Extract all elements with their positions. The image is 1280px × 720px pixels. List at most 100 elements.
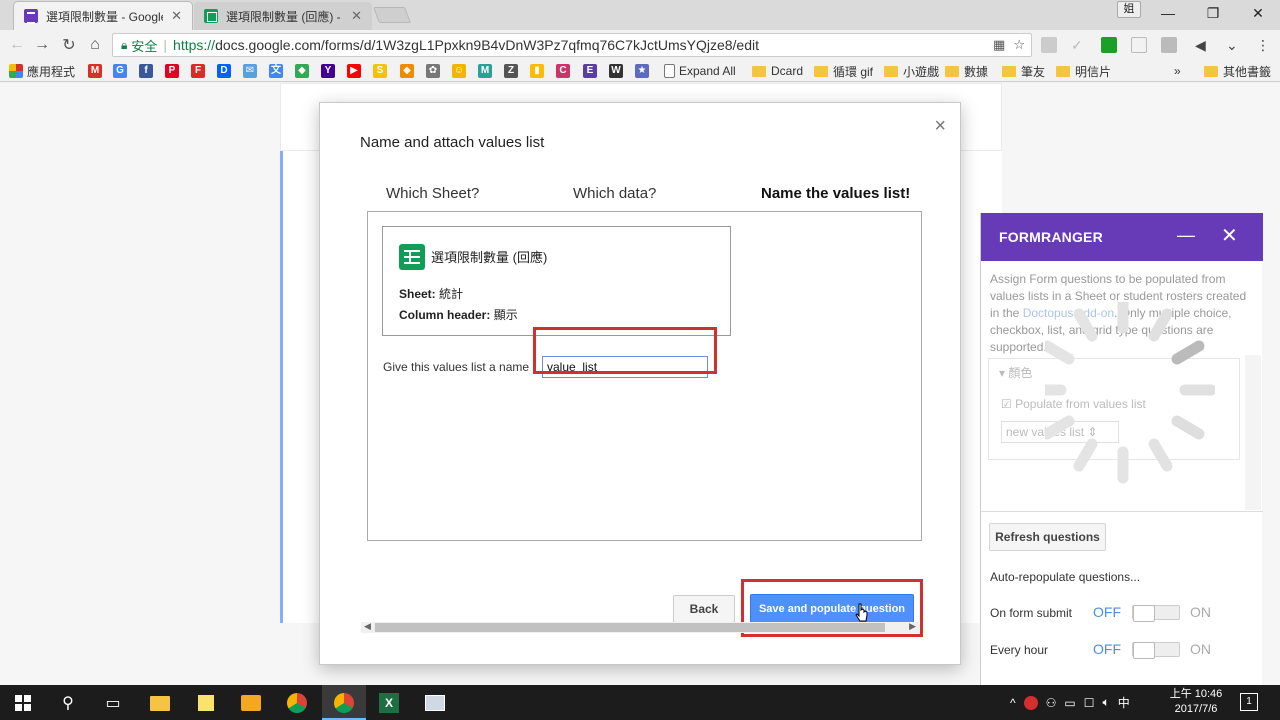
bookmark-z[interactable]: Z [504,63,522,79]
file-explorer-icon[interactable] [147,690,173,716]
people-icon[interactable]: ⚇ [1046,696,1057,710]
bookmark-facebook[interactable]: f [139,63,157,79]
bookmark-label: 其他書籤 [1223,64,1272,79]
check-icon[interactable]: ✓ [1071,37,1087,53]
sheet-line: Sheet: 統計 [399,285,463,302]
bookmark-folder-games[interactable]: 小遊戲 [884,63,939,79]
excel-icon[interactable]: X [376,690,402,716]
refresh-questions-button[interactable]: Refresh questions [989,523,1106,551]
bookmarks-more-icon[interactable]: » [1174,63,1181,79]
sticky-notes-icon[interactable] [193,690,219,716]
back-button[interactable]: Back [673,595,735,623]
dialog-title: Name and attach values list [360,134,545,151]
close-icon[interactable]: × [934,115,946,138]
close-icon[interactable]: ✕ [351,8,362,24]
scroll-right-icon[interactable]: ▶ [909,621,916,632]
search-icon[interactable]: ⚲ [55,690,81,716]
menu-icon[interactable]: ⋮ [1256,37,1272,53]
bookmark-keep[interactable]: ▮ [530,63,548,79]
close-icon[interactable]: ✕ [1221,223,1238,248]
bookmark-m[interactable]: M [478,63,496,79]
bookmark-folder-data[interactable]: 數據 [945,63,988,79]
minimize-icon[interactable]: — [1177,225,1195,246]
question-title[interactable]: ▾ 顏色 [999,364,1032,381]
extension-icon[interactable] [1041,37,1057,53]
window-app-icon[interactable] [422,690,448,716]
bookmark-mail[interactable]: ✉ [243,63,261,79]
scrollbar-thumb[interactable] [375,623,885,632]
bookmark-folder-gif[interactable]: 循環 gif [814,63,873,79]
window-close-button[interactable]: ✕ [1236,0,1280,26]
bookmark-pinterest[interactable]: P [165,63,183,79]
bookmark-expand-all[interactable]: Expand All [664,63,736,79]
bookmark-translate[interactable]: 文 [269,63,287,79]
chevron-down-icon[interactable]: ⌄ [1226,37,1242,53]
tab-sheets[interactable]: 選項限制數量 (回應) - G ✕ [194,2,372,30]
bookmark-folder-dcard[interactable]: Dcard [752,63,803,79]
bookmark-other[interactable]: 其他書籤 [1204,63,1271,79]
bookmark-star[interactable]: ★ [635,63,653,79]
bookmark-google[interactable]: G [113,63,131,79]
antivirus-icon[interactable] [1023,695,1038,710]
bookmark-smile[interactable]: ☺ [452,63,470,79]
column-line: Column header: 顯示 [399,306,518,323]
notification-icon[interactable]: 1 [1240,693,1258,711]
toggle-switch[interactable] [1132,642,1180,659]
extension-icon[interactable] [1131,37,1147,53]
toggle-switch[interactable] [1132,605,1180,622]
bookmark-gmail[interactable]: M [88,63,106,79]
windows-start-icon[interactable] [10,690,36,716]
mail-icon: ✉ [243,64,257,78]
speaker-icon[interactable]: ◀ [1195,37,1211,53]
task-view-icon[interactable]: ▭ [100,690,126,716]
maximize-button[interactable]: ❐ [1191,0,1235,26]
chrome-icon[interactable] [331,690,357,716]
scroll-left-icon[interactable]: ◀ [364,621,371,632]
network-icon[interactable]: ☐ [1084,696,1095,710]
bookmark-animal[interactable]: ✿ [426,63,444,79]
ime-indicator[interactable]: 中 [1118,694,1130,711]
back-icon[interactable]: ← [6,34,28,56]
pointer-cursor-icon [855,603,868,622]
bookmark-maps[interactable]: ◆ [295,63,313,79]
address-bar[interactable]: 🔒︎ 安全 | https:// docs.google.com/forms/d… [112,33,1032,57]
battery-icon[interactable]: ▭ [1064,696,1075,710]
bookmark-c[interactable]: C [556,63,574,79]
bookmark-flipboard[interactable]: F [191,63,209,79]
bookmark-star-icon[interactable]: ☆ [1013,37,1025,53]
bookmark-folder-penpal[interactable]: 筆友 [1002,63,1045,79]
bookmark-wiki[interactable]: W [609,63,627,79]
tab-forms[interactable]: 選項限制數量 - Google ✕ [14,2,192,30]
bookmark-s[interactable]: S [373,63,391,79]
grid-icon[interactable] [1161,37,1177,53]
close-icon[interactable]: ✕ [171,8,182,24]
chrome-icon[interactable] [284,690,310,716]
new-tab-button[interactable] [373,7,411,23]
forward-icon[interactable]: → [31,34,53,56]
bookmark-apps[interactable]: 應用程式 [9,63,75,79]
folder-icon [1056,65,1070,77]
media-player-icon[interactable] [238,690,264,716]
user-badge[interactable]: 姐 [1117,1,1141,18]
tab-strip: 選項限制數量 - Google ✕ 選項限制數量 (回應) - G ✕ 姐 — … [0,0,1280,30]
home-icon[interactable]: ⌂ [84,34,106,56]
chevron-up-icon[interactable]: ^ [1010,696,1016,710]
system-tray: ^ ⚇ ▭ ☐ 🔈︎ 中 [1010,685,1130,720]
sidebar-scrollbar[interactable] [1245,355,1261,510]
star-icon: ★ [635,64,649,78]
evernote-icon[interactable] [1101,37,1117,53]
minimize-button[interactable]: — [1146,0,1190,26]
bookmark-folder-postcard[interactable]: 明信片 [1056,63,1111,79]
step-name-values-list: Name the values list! [761,185,911,202]
horizontal-scrollbar[interactable]: ◀ ▶ [361,621,919,633]
taskbar-clock[interactable]: 上午 10:46 2017/7/6 [1166,687,1226,717]
e-icon: E [583,64,597,78]
volume-icon[interactable]: 🔈︎ [1103,695,1110,710]
bookmark-dropbox[interactable]: D [217,63,235,79]
bookmark-e[interactable]: E [583,63,601,79]
qr-icon[interactable]: ▦ [993,37,1005,53]
bookmark-yahoo[interactable]: Y [321,63,339,79]
bookmark-youtube[interactable]: ▶ [347,63,365,79]
reload-icon[interactable]: ↻ [58,34,80,56]
bookmark-bookmark-ext[interactable]: ◆ [400,63,418,79]
